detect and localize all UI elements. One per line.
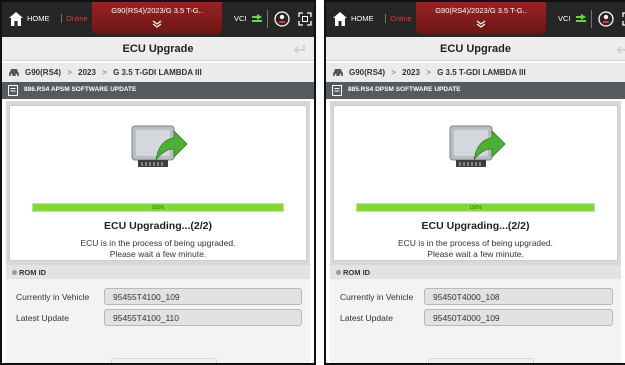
chevron-down-icon <box>152 20 162 28</box>
back-arrow-icon[interactable] <box>292 42 306 56</box>
home-label[interactable]: HOME <box>27 14 50 23</box>
upgrade-progress-bar: 100% <box>356 203 595 212</box>
rom-id-info: Currently in Vehicle 95455T4100_109 Late… <box>6 279 310 363</box>
software-update-bar: 886.RS4 APSM SOFTWARE UPDATE <box>2 82 314 99</box>
chevron-down-icon <box>476 20 486 28</box>
top-bar: HOME Online G90(RS4)/2023/G 3.5 T-G.. VC… <box>2 2 314 37</box>
breadcrumb-engine: G 3.5 T-GDI LAMBDA III <box>113 68 202 77</box>
progress-percent: 100% <box>151 205 165 211</box>
breadcrumb: G90(RS4) > 2023 > G 3.5 T-GDI LAMBDA III <box>326 63 625 82</box>
breadcrumb-year: 2023 <box>402 68 420 77</box>
people-sync-icon[interactable] <box>274 11 290 27</box>
home-label[interactable]: HOME <box>351 14 374 23</box>
top-bar: HOME Online G90(RS4)/2023/G 3.5 T-G.. VC… <box>326 2 625 37</box>
software-update-label: 885.RS4 DPSM SOFTWARE UPDATE <box>348 86 461 93</box>
ok-button[interactable]: OK <box>428 358 534 363</box>
current-vehicle-value: 95450T4000_108 <box>424 288 613 305</box>
breadcrumb-model: G90(RS4) <box>349 68 386 77</box>
vci-label: VCI <box>234 14 247 23</box>
breadcrumb-separator: > <box>67 68 72 77</box>
vehicle-tab-label: G90(RS4)/2023/G 3.5 T-G.. <box>111 6 203 15</box>
bullet-icon <box>12 270 17 275</box>
page-title: ECU Upgrade <box>122 43 194 55</box>
software-update-label: 886.RS4 APSM SOFTWARE UPDATE <box>24 86 137 93</box>
vci-link-icon[interactable] <box>251 13 263 24</box>
upgrade-message-line2: Please wait a few minute. <box>109 249 207 259</box>
upgrade-message-line2: Please wait a few minute. <box>427 249 524 259</box>
page-title: ECU Upgrade <box>440 43 511 55</box>
ecu-upgrade-panel-right: HOME Online G90(RS4)/2023/G 3.5 T-G.. VC… <box>324 0 625 365</box>
ok-button[interactable]: OK <box>111 358 217 363</box>
vehicle-tab[interactable]: G90(RS4)/2023/G 3.5 T-G.. <box>416 2 546 34</box>
rom-id-header: ROM ID <box>6 265 310 279</box>
online-status: Online <box>61 14 88 23</box>
ecu-upgrade-icon <box>131 125 188 167</box>
upgrade-title: ECU Upgrading...(2/2) <box>104 220 212 232</box>
ecu-upgrade-icon <box>449 125 506 167</box>
progress-percent: 100% <box>469 205 482 211</box>
title-bar: ECU Upgrade <box>2 37 314 61</box>
vci-label: VCI <box>558 14 571 23</box>
vehicle-tab[interactable]: G90(RS4)/2023/G 3.5 T-G.. <box>92 2 222 34</box>
breadcrumb-separator: > <box>391 68 396 77</box>
online-status: Online <box>385 14 412 23</box>
rom-id-header: ROM ID <box>330 265 621 279</box>
bullet-icon <box>336 270 341 275</box>
upgrade-title: ECU Upgrading...(2/2) <box>421 220 530 232</box>
breadcrumb-separator: > <box>426 68 431 77</box>
separator <box>591 10 592 28</box>
latest-update-value: 95455T4100_110 <box>104 309 302 326</box>
breadcrumb-separator: > <box>102 68 107 77</box>
car-icon <box>9 69 19 76</box>
back-arrow-icon[interactable] <box>615 42 625 56</box>
upgrade-message-line1: ECU is in the process of being upgraded. <box>80 238 236 248</box>
title-bar: ECU Upgrade <box>326 37 625 61</box>
vehicle-tab-label: G90(RS4)/2023/G 3.5 T-G.. <box>435 6 527 15</box>
document-icon <box>8 85 18 96</box>
current-vehicle-label: Currently in Vehicle <box>340 292 414 302</box>
rom-id-label: ROM ID <box>19 268 47 277</box>
content-area: 100% ECU Upgrading...(2/2) ECU is in the… <box>6 101 310 363</box>
upgrade-status-card: 100% ECU Upgrading...(2/2) ECU is in the… <box>333 105 618 261</box>
vci-link-icon[interactable] <box>575 13 587 24</box>
latest-update-value: 95450T4000_109 <box>424 309 613 326</box>
home-icon[interactable] <box>8 11 24 27</box>
upgrade-message-line1: ECU is in the process of being upgraded. <box>398 238 553 248</box>
software-update-bar: 885.RS4 DPSM SOFTWARE UPDATE <box>326 82 625 99</box>
latest-update-label: Latest Update <box>16 313 69 323</box>
breadcrumb-year: 2023 <box>78 68 96 77</box>
content-area: 100% ECU Upgrading...(2/2) ECU is in the… <box>330 101 621 363</box>
rom-id-label: ROM ID <box>343 268 371 277</box>
upgrade-progress-bar: 100% <box>32 203 284 212</box>
separator <box>267 10 268 28</box>
fullscreen-icon[interactable] <box>298 12 312 26</box>
home-icon[interactable] <box>332 11 348 27</box>
upgrade-status-card: 100% ECU Upgrading...(2/2) ECU is in the… <box>9 105 307 261</box>
ecu-upgrade-panel-left: HOME Online G90(RS4)/2023/G 3.5 T-G.. VC… <box>0 0 316 365</box>
breadcrumb-engine: G 3.5 T-GDI LAMBDA III <box>437 68 526 77</box>
breadcrumb-model: G90(RS4) <box>25 68 62 77</box>
rom-id-info: Currently in Vehicle 95450T4000_108 Late… <box>330 279 621 363</box>
latest-update-label: Latest Update <box>340 313 393 323</box>
people-sync-icon[interactable] <box>598 11 614 27</box>
car-icon <box>333 69 343 76</box>
current-vehicle-value: 95455T4100_109 <box>104 288 302 305</box>
breadcrumb: G90(RS4) > 2023 > G 3.5 T-GDI LAMBDA III <box>2 63 314 82</box>
document-icon <box>332 85 342 96</box>
current-vehicle-label: Currently in Vehicle <box>16 292 90 302</box>
